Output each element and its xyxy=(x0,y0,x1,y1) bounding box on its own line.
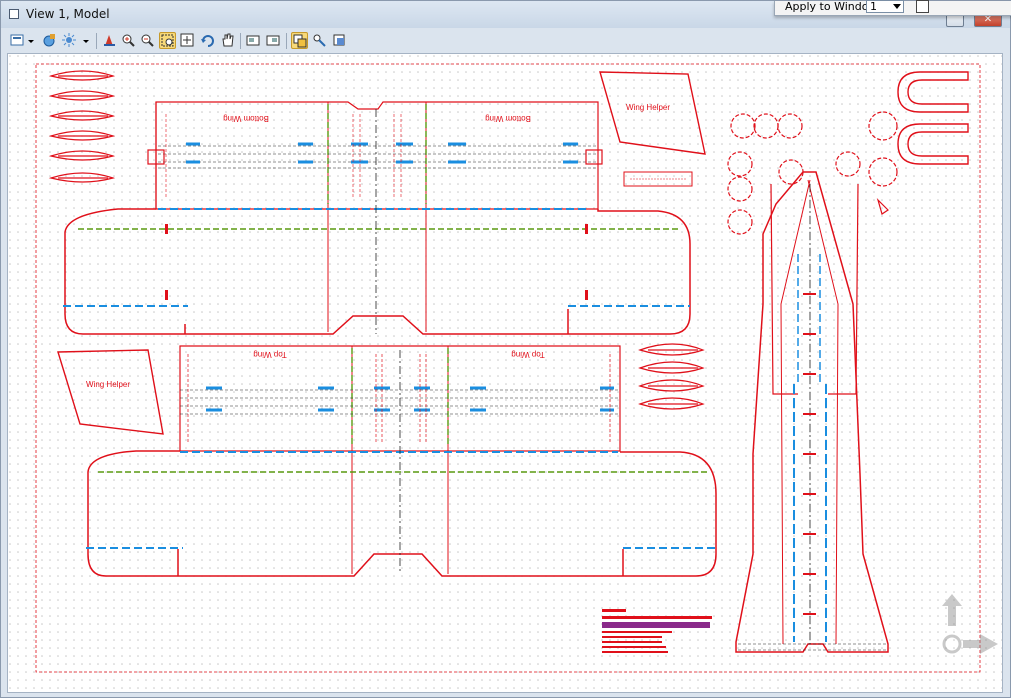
zoom-in-icon[interactable] xyxy=(120,32,137,49)
chevron-down-icon xyxy=(893,4,901,9)
apply-to-window-value: 1 xyxy=(870,0,877,13)
fit-view-icon[interactable] xyxy=(179,32,196,49)
toolbar-separator xyxy=(240,33,241,49)
window-area-icon[interactable] xyxy=(159,32,176,49)
pan-view-icon[interactable] xyxy=(219,32,236,49)
bottom-wing-label-left: Bottom Wing xyxy=(223,114,269,123)
cad-drawing[interactable]: Bottom Wing Bottom Wing Wing Helper Top … xyxy=(8,54,1003,693)
rotate-view-icon[interactable] xyxy=(199,32,216,49)
dropdown-arrow-icon[interactable] xyxy=(81,32,91,49)
view-previous-icon[interactable] xyxy=(245,32,262,49)
view-toggle-icon[interactable] xyxy=(331,32,348,49)
apply-to-window-select[interactable]: 1 xyxy=(866,0,904,13)
view-display-icon[interactable] xyxy=(9,32,26,49)
toolbar-separator xyxy=(96,33,97,49)
apply-checkbox[interactable] xyxy=(916,0,929,13)
apply-to-window-popup: Apply to Window: 1 xyxy=(774,0,1011,16)
view-attributes-icon[interactable] xyxy=(41,32,58,49)
top-wing-label-left: Top Wing xyxy=(253,350,286,359)
view-next-icon[interactable] xyxy=(265,32,282,49)
wing-helper-label-bottom: Wing Helper xyxy=(86,380,130,389)
toolbar-separator xyxy=(286,33,287,49)
wing-helper-label-top: Wing Helper xyxy=(626,103,670,112)
copy-view-icon[interactable] xyxy=(291,32,308,49)
top-wing-label-right: Top Wing xyxy=(511,350,544,359)
dropdown-arrow-icon[interactable] xyxy=(26,32,36,49)
model-view-canvas[interactable]: Bottom Wing Bottom Wing Wing Helper Top … xyxy=(7,53,1003,693)
zoom-out-icon[interactable] xyxy=(139,32,156,49)
update-view-icon[interactable] xyxy=(101,32,118,49)
window-title: View 1, Model xyxy=(26,7,110,21)
bottom-wing-label-right: Bottom Wing xyxy=(485,114,531,123)
view-window: View 1, Model ✕ Apply to Window: 1 Botto… xyxy=(0,0,1011,698)
window-icon[interactable] xyxy=(9,9,19,19)
lighting-icon[interactable] xyxy=(61,32,78,49)
clip-volume-icon[interactable] xyxy=(311,32,328,49)
view-toolbar xyxy=(1,28,1010,54)
